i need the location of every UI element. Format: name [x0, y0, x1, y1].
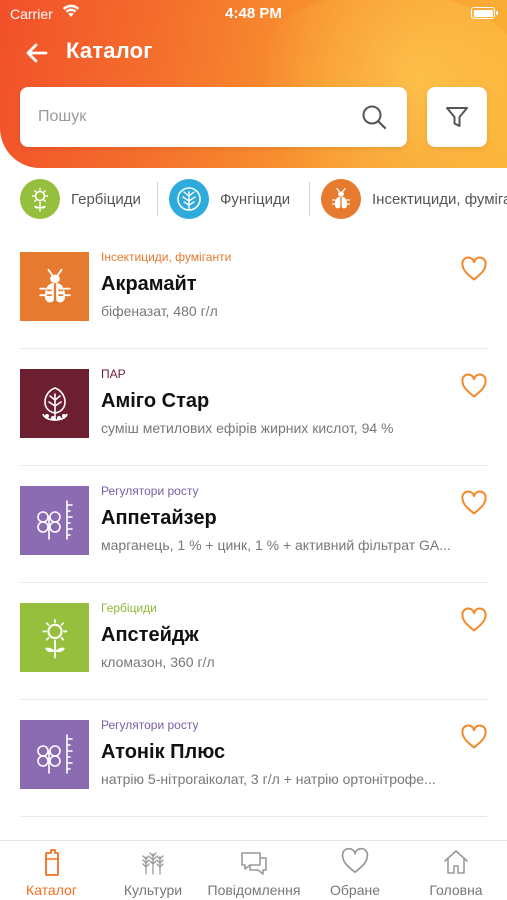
herbicide-icon — [20, 179, 60, 219]
heart-icon[interactable] — [460, 607, 488, 633]
heart-icon[interactable] — [460, 724, 488, 750]
heart-icon[interactable] — [460, 256, 488, 282]
status-bar: Carrier 4:48 PM — [0, 0, 507, 30]
heart-icon[interactable] — [460, 373, 488, 399]
tab-home[interactable]: Головна — [405, 841, 507, 900]
chip-label: Гербіциди — [71, 190, 141, 208]
favorites-icon — [340, 847, 370, 880]
tab-label: Обране — [330, 882, 380, 898]
fungicide-icon — [169, 179, 209, 219]
category-chips: Гербіциди Фунгіциди Інсектициди, фуміган… — [0, 176, 507, 222]
product-category: Інсектициди, фуміганти — [101, 250, 232, 264]
list-item[interactable]: Регулятори росту Аппетайзер марганець, 1… — [0, 466, 507, 583]
tab-catalog[interactable]: Каталог — [0, 841, 103, 900]
chip-insecticides[interactable]: Інсектициди, фуміганти — [321, 176, 507, 222]
list-item[interactable]: Інсектициди, фуміганти Акрамайт біфеназа… — [0, 232, 507, 349]
tab-favorites[interactable]: Обране — [305, 841, 405, 900]
product-description: натрію 5-нітрогаіколат, 3 г/л + натрію о… — [101, 771, 436, 787]
filter-button[interactable] — [427, 87, 487, 147]
tab-bar: Каталог Культури Повідомлення Обране Гол… — [0, 840, 507, 900]
product-category: Гербіциди — [101, 601, 157, 615]
tab-label: Головна — [429, 882, 483, 898]
chip-divider — [157, 182, 158, 216]
product-description: марганець, 1 % + цинк, 1 % + активний фі… — [101, 537, 451, 553]
battery-icon — [471, 7, 498, 19]
chip-label: Фунгіциди — [220, 190, 291, 208]
growth-regulator-icon — [20, 486, 89, 555]
product-category: ПАР — [101, 367, 126, 381]
insecticide-icon — [321, 179, 361, 219]
crops-icon — [137, 847, 169, 882]
product-description: суміш метилових ефірів жирних кислот, 94… — [101, 420, 394, 436]
product-description: кломазон, 360 г/л — [101, 654, 215, 670]
tab-label: Повідомлення — [207, 882, 301, 898]
back-arrow-icon[interactable] — [22, 38, 52, 68]
filter-icon — [446, 107, 468, 127]
chip-label: Інсектициди, фуміганти — [372, 190, 507, 208]
catalog-icon — [40, 847, 64, 882]
product-name: Акрамайт — [101, 273, 197, 295]
tab-label: Культури — [123, 882, 183, 898]
chip-fungicides[interactable]: Фунгіциди — [169, 176, 290, 222]
herbicide-icon — [20, 603, 89, 672]
product-name: Аппетайзер — [101, 507, 217, 529]
product-name: Атонік Плюс — [101, 741, 226, 763]
home-icon — [441, 847, 471, 882]
growth-regulator-icon — [20, 720, 89, 789]
tab-crops[interactable]: Культури — [103, 841, 203, 900]
divider — [20, 816, 487, 817]
chip-divider — [309, 182, 310, 216]
clock: 4:48 PM — [225, 5, 282, 22]
heart-icon[interactable] — [460, 490, 488, 516]
insecticide-icon — [20, 252, 89, 321]
search-icon[interactable] — [361, 104, 387, 130]
adjuvant-icon — [20, 369, 89, 438]
header: Carrier 4:48 PM Каталог — [0, 0, 507, 168]
search-input[interactable] — [38, 87, 358, 147]
product-description: біфеназат, 480 г/л — [101, 303, 218, 319]
tab-messages[interactable]: Повідомлення — [203, 841, 305, 900]
messages-icon — [238, 847, 270, 882]
chip-herbicides[interactable]: Гербіциди — [20, 176, 141, 222]
product-name: Аміго Стар — [101, 390, 210, 412]
list-item[interactable]: ПАР Аміго Стар суміш метилових ефірів жи… — [0, 349, 507, 466]
list-item[interactable]: Регулятори росту Атонік Плюс натрію 5-ні… — [0, 700, 507, 817]
product-name: Апстейдж — [101, 624, 199, 646]
tab-label: Каталог — [26, 882, 77, 898]
product-category: Регулятори росту — [101, 718, 199, 732]
page-title: Каталог — [66, 38, 153, 63]
product-category: Регулятори росту — [101, 484, 199, 498]
catalog-screen: Carrier 4:48 PM Каталог Гербіциди — [0, 0, 507, 900]
list-item[interactable]: Гербіциди Апстейдж кломазон, 360 г/л — [0, 583, 507, 700]
search-box[interactable] — [20, 87, 407, 147]
